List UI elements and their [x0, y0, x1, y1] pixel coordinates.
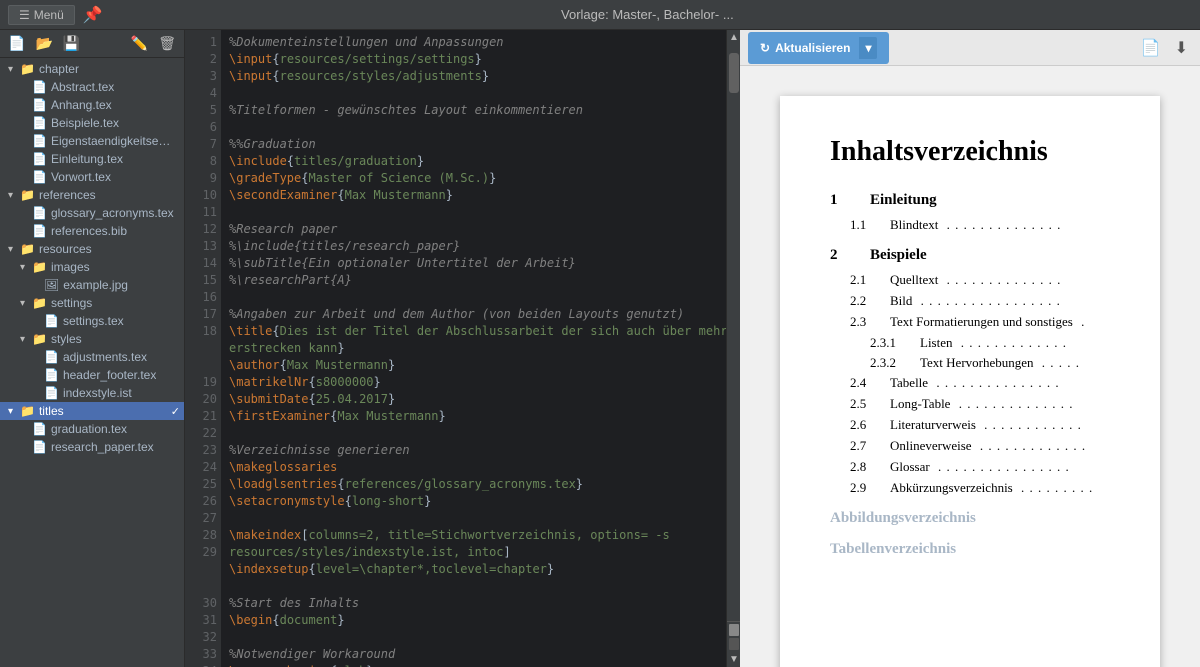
sidebar-item-settings[interactable]: ▾ 📁 settings [0, 294, 184, 312]
scroll-indicator-up [729, 624, 739, 636]
toc-entry-2-7: 2.7 Onlineverweise . . . . . . . . . . .… [830, 438, 1110, 454]
toc-entry-2-9: 2.9 Abkürzungsverzeichnis . . . . . . . … [830, 480, 1110, 496]
menu-label: Menü [34, 8, 64, 22]
sidebar-item-anhang[interactable]: 📄 Anhang.tex [0, 96, 184, 114]
sidebar-item-glossary-acronyms[interactable]: 📄 glossary_acronyms.tex [0, 204, 184, 222]
menu-icon: ☰ [19, 8, 30, 22]
pin-button[interactable]: 📌 [83, 5, 103, 25]
toc-entry-2-4: 2.4 Tabelle . . . . . . . . . . . . . . … [830, 375, 1110, 391]
refresh-button[interactable]: ↻ Aktualisieren ▾ [748, 32, 889, 64]
toc-entry-2-3-2: 2.3.2 Text Hervorhebungen . . . . . [830, 355, 1110, 371]
sidebar-toolbar: 📄 📂 💾 ✏️ 🗑 [0, 30, 184, 58]
scroll-up-arrow[interactable]: ▲ [727, 30, 740, 45]
sidebar-item-references-bib[interactable]: 📄 references.bib [0, 222, 184, 240]
sidebar-item-resources[interactable]: ▾ 📁 resources [0, 240, 184, 258]
toc-entry-2-5: 2.5 Long-Table . . . . . . . . . . . . .… [830, 396, 1110, 412]
toc-entry-2-8: 2.8 Glossar . . . . . . . . . . . . . . … [830, 459, 1110, 475]
sidebar-item-beispiele[interactable]: 📄 Beispiele.tex [0, 114, 184, 132]
pdf-download-button[interactable]: ⬇ [1171, 36, 1192, 60]
sidebar-item-styles[interactable]: ▾ 📁 styles [0, 330, 184, 348]
toc-entry-1: 1 Einleitung [830, 192, 1110, 209]
sidebar-item-vorwort[interactable]: 📄 Vorwort.tex [0, 168, 184, 186]
sidebar-item-header-footer-tex[interactable]: 📄 header_footer.tex [0, 366, 184, 384]
delete-button[interactable]: 🗑 [156, 33, 178, 54]
toc-entry-1-1: 1.1 Blindtext . . . . . . . . . . . . . … [830, 217, 1110, 233]
editor-container: 12345 678910 1112131415 161718 192021222… [185, 30, 740, 667]
sidebar: 📄 📂 💾 ✏️ 🗑 ▾ 📁 chapter 📄 Abstract.tex [0, 30, 185, 667]
main-layout: 📄 📂 💾 ✏️ 🗑 ▾ 📁 chapter 📄 Abstract.tex [0, 30, 1200, 667]
sidebar-item-adjustments-tex[interactable]: 📄 adjustments.tex [0, 348, 184, 366]
pdf-page: Inhaltsverzeichnis 1 Einleitung 1.1 Blin… [780, 96, 1160, 667]
topbar: ☰ Menü 📌 Vorlage: Master-, Bachelor- ... [0, 0, 1200, 30]
editor-area: 12345 678910 1112131415 161718 192021222… [185, 30, 740, 667]
toc-entry-2-3-1: 2.3.1 Listen . . . . . . . . . . . . . [830, 335, 1110, 351]
edit-button[interactable]: ✏️ [129, 33, 150, 54]
scroll-indicator-down [729, 638, 739, 650]
toc-title: Inhaltsverzeichnis [830, 136, 1110, 168]
sidebar-item-example-jpg[interactable]: 🖼 example.jpg [0, 276, 184, 294]
scroll-down-arrow[interactable]: ▼ [727, 652, 740, 667]
editor-scrollbar[interactable]: ▲ ▼ [726, 30, 740, 667]
save-button[interactable]: 💾 [61, 33, 82, 54]
sidebar-item-chapter[interactable]: ▾ 📁 chapter [0, 60, 184, 78]
toc-entry-2-2: 2.2 Bild . . . . . . . . . . . . . . . .… [830, 293, 1110, 309]
sidebar-item-titles[interactable]: ▾ 📁 titles ✓ [0, 402, 184, 420]
sidebar-item-research-paper-tex[interactable]: 📄 research_paper.tex [0, 438, 184, 456]
sidebar-item-abstract[interactable]: 📄 Abstract.tex [0, 78, 184, 96]
refresh-dropdown-arrow[interactable]: ▾ [859, 37, 877, 59]
refresh-label: Aktualisieren [775, 41, 850, 55]
sidebar-tree: ▾ 📁 chapter 📄 Abstract.tex 📄 Anhang.tex … [0, 58, 184, 667]
toc-entry-2: 2 Beispiele [830, 247, 1110, 264]
sidebar-item-eigenstaendigkeitserklarung[interactable]: 📄 Eigenstaendigkeitserк... [0, 132, 184, 150]
sidebar-item-graduation-tex[interactable]: 📄 graduation.tex [0, 420, 184, 438]
scroll-thumb[interactable] [729, 53, 739, 93]
toc-entry-2-3: 2.3 Text Formatierungen und sonstiges . [830, 314, 1110, 330]
toc-abbildungsverzeichnis: Abbildungsverzeichnis [830, 510, 1110, 527]
sidebar-item-images[interactable]: ▾ 📁 images [0, 258, 184, 276]
sidebar-item-references[interactable]: ▾ 📁 references [0, 186, 184, 204]
window-title: Vorlage: Master-, Bachelor- ... [103, 7, 1192, 22]
pdf-file-button[interactable]: 📄 [1137, 36, 1165, 60]
new-file-button[interactable]: 📄 [6, 33, 27, 54]
pdf-content[interactable]: Inhaltsverzeichnis 1 Einleitung 1.1 Blin… [740, 66, 1200, 667]
refresh-icon: ↻ [760, 41, 770, 55]
line-numbers: 12345 678910 1112131415 161718 192021222… [185, 30, 221, 667]
toc-tabellenverzeichnis: Tabellenverzeichnis [830, 541, 1110, 558]
toc-entry-2-6: 2.6 Literaturverweis . . . . . . . . . .… [830, 417, 1110, 433]
sidebar-item-indexstyle-ist[interactable]: 📄 indexstyle.ist [0, 384, 184, 402]
sidebar-item-settings-tex[interactable]: 📄 settings.tex [0, 312, 184, 330]
open-folder-button[interactable]: 📂 [33, 33, 54, 54]
pdf-toolbar: ↻ Aktualisieren ▾ 📄 ⬇ [740, 30, 1200, 66]
code-editor[interactable]: %Dokumenteinstellungen und Anpassungen \… [221, 30, 726, 667]
toc-entry-2-1: 2.1 Quelltext . . . . . . . . . . . . . … [830, 272, 1110, 288]
sidebar-item-einleitung[interactable]: 📄 Einleitung.tex [0, 150, 184, 168]
pdf-panel: ↻ Aktualisieren ▾ 📄 ⬇ Inhaltsverzeichnis… [740, 30, 1200, 667]
menu-button[interactable]: ☰ Menü [8, 5, 75, 25]
